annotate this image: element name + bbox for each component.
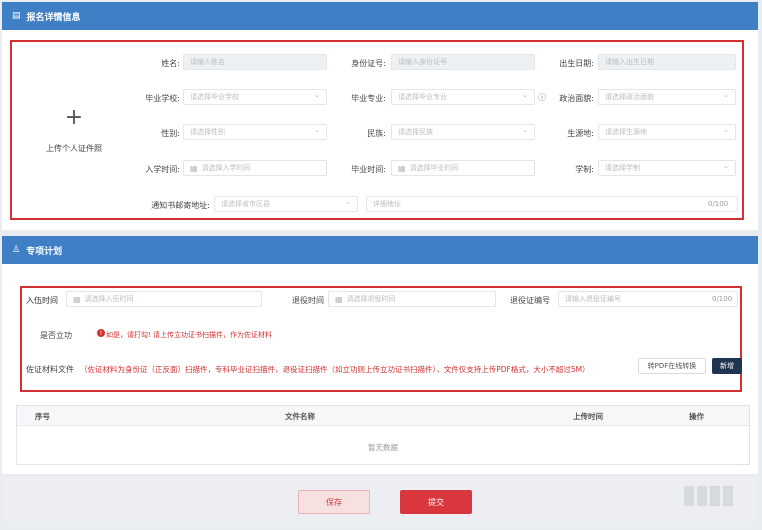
politics-select[interactable]: 请选择政治面貌 ⌄ — [598, 89, 736, 105]
grad-time-picker[interactable]: ▦ 请选择毕业时间 — [391, 160, 535, 176]
calendar-icon: ▦ — [398, 163, 406, 173]
merit-note: 如是，请打勾! 请上传立功证书扫描件，作为佐证材料 — [106, 331, 273, 339]
footer-bar: 保存 提交 — [2, 476, 758, 526]
school-select[interactable]: 请选择毕业学校 ⌄ — [183, 89, 327, 105]
column-header-index: 序号 — [35, 412, 50, 421]
calendar-icon: ▦ — [335, 294, 343, 304]
name-label: 姓名: — [161, 59, 180, 68]
chevron-down-icon: ⌄ — [522, 91, 528, 99]
save-button[interactable]: 保存 — [298, 490, 370, 514]
section-header-details: ▤ 报名详情信息 — [2, 2, 758, 30]
birth-date-input[interactable]: 请输入出生日期 — [598, 54, 736, 70]
major-label: 毕业专业: — [351, 94, 386, 103]
enlist-time-label: 入伍时间 — [26, 296, 58, 305]
origin-select[interactable]: 请选择生源地 ⌄ — [598, 124, 736, 140]
schooling-select[interactable]: 请选择学制 ⌄ — [598, 160, 736, 176]
enlist-time-picker[interactable]: ▦ 请选择入伍时间 — [66, 291, 262, 307]
column-header-upload-time: 上传时间 — [573, 412, 603, 421]
calendar-icon: ▦ — [190, 163, 198, 173]
column-header-filename: 文件名称 — [285, 412, 315, 421]
warning-icon: ! — [97, 329, 105, 337]
section-header-special-plan: ♙ 专项计划 — [2, 236, 758, 264]
region-select[interactable]: 请选择省市区县 ⌄ — [214, 196, 358, 212]
address-label: 通知书邮寄地址: — [151, 201, 210, 210]
chevron-down-icon: ⌄ — [723, 126, 729, 134]
empty-state: 暂无数据 — [368, 443, 398, 452]
major-select[interactable]: 请选择毕业专业 ⌄ — [391, 89, 535, 105]
schooling-label: 学制: — [575, 165, 594, 174]
birth-date-label: 出生日期: — [559, 59, 594, 68]
document-icon: ▤ — [12, 11, 21, 21]
chevron-down-icon: ⌄ — [314, 126, 320, 134]
merit-label: 是否立功 — [40, 331, 72, 340]
materials-description: （佐证材料为身份证（正反面）扫描件，专科毕业证扫描件，退役证扫描件（如立功则上传… — [80, 365, 590, 374]
photo-upload[interactable]: + 上传个人证件照 — [14, 44, 134, 216]
ethnicity-label: 民族: — [367, 129, 386, 138]
section-title: 专项计划 — [26, 246, 63, 257]
retire-time-label: 退役时间 — [292, 296, 324, 305]
submit-button[interactable]: 提交 — [400, 490, 472, 514]
retire-cert-input[interactable]: 请输入退役证编号 — [558, 291, 738, 307]
table-header: 序号 文件名称 上传时间 操作 — [17, 406, 749, 426]
origin-label: 生源地: — [567, 129, 594, 138]
add-file-button[interactable]: 新增 — [712, 358, 742, 374]
files-table: 序号 文件名称 上传时间 操作 暂无数据 — [16, 405, 750, 465]
chevron-down-icon: ⌄ — [345, 198, 351, 206]
name-input[interactable]: 请输入姓名 — [183, 54, 327, 70]
address-counter: 0/100 — [708, 200, 729, 208]
retire-cert-counter: 0/100 — [712, 295, 733, 303]
retire-cert-label: 退役证编号 — [510, 296, 550, 305]
id-number-label: 身份证号: — [351, 59, 386, 68]
chevron-down-icon: ⌄ — [723, 162, 729, 170]
calendar-icon: ▦ — [73, 294, 81, 304]
ethnicity-select[interactable]: 请选择民族 ⌄ — [391, 124, 535, 140]
plus-icon: + — [64, 104, 84, 130]
gender-label: 性别: — [161, 129, 180, 138]
retire-time-picker[interactable]: ▦ 请选择退役时间 — [328, 291, 496, 307]
chevron-down-icon: ⌄ — [723, 91, 729, 99]
gender-select[interactable]: 请选择性别 ⌄ — [183, 124, 327, 140]
enroll-time-label: 入学时间: — [145, 165, 180, 174]
upload-label: 上传个人证件照 — [46, 143, 102, 153]
section-title: 报名详情信息 — [26, 12, 81, 23]
politics-label: 政治面貌: — [559, 94, 594, 103]
address-detail-input[interactable]: 详细地址 — [366, 196, 738, 212]
people-icon: ♙ — [12, 245, 21, 255]
enroll-time-picker[interactable]: ▦ 请选择入学时间 — [183, 160, 327, 176]
column-header-actions: 操作 — [689, 412, 704, 421]
school-label: 毕业学校: — [145, 94, 180, 103]
chevron-down-icon: ⌄ — [522, 126, 528, 134]
watermark-decoration — [684, 486, 744, 506]
id-number-input[interactable]: 请输入身份证号 — [391, 54, 535, 70]
chevron-down-icon: ⌄ — [314, 91, 320, 99]
pdf-convert-button[interactable]: 转PDF在线转换 — [638, 358, 706, 374]
grad-time-label: 毕业时间: — [351, 165, 386, 174]
help-icon[interactable]: ⓘ — [538, 92, 546, 103]
